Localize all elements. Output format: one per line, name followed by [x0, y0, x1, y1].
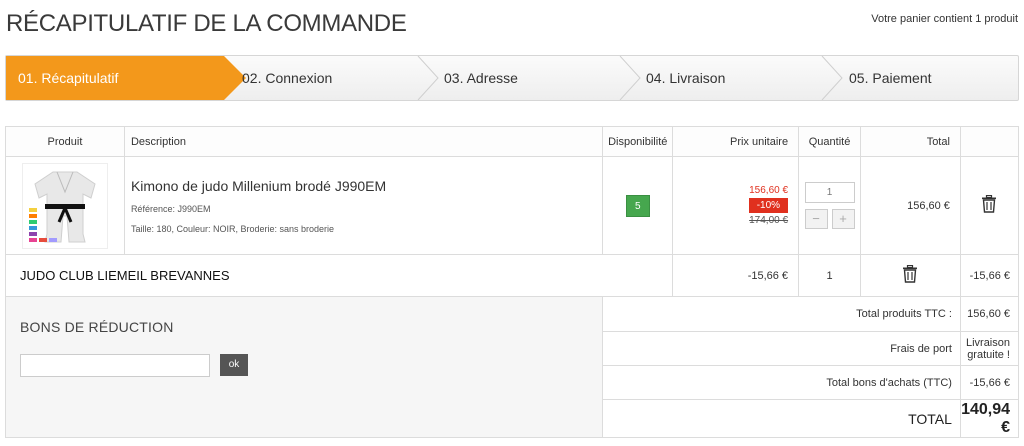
voucher-name-cell: JUDO CLUB LIEMEIL BREVANNES	[4, 254, 674, 297]
product-description-cell: Kimono de judo Millenium brodé J990EM Ré…	[123, 156, 604, 255]
vouchers-total-label: Total bons d'achats (TTC)	[826, 376, 952, 389]
step-livraison[interactable]: 04. Livraison	[646, 56, 725, 100]
header-product: Produit	[5, 126, 125, 157]
cart-table: Produit Description Disponibilité Prix u…	[4, 126, 1020, 438]
product-reference: Référence: J990EM	[130, 203, 211, 214]
voucher-ok-button[interactable]: ok	[220, 354, 248, 376]
step-label: 02. Connexion	[242, 70, 333, 86]
voucher-total: -15,66 €	[969, 269, 1010, 282]
grand-total-value: 140,94 €	[961, 400, 1010, 436]
vouchers-total-value-cell: -15,66 €	[959, 365, 1020, 400]
quantity-cell: 1 − +	[798, 156, 862, 255]
table-header-row: Produit Description Disponibilité Prix u…	[5, 126, 1020, 157]
grand-total-label: TOTAL	[908, 410, 952, 427]
total-products-label-cell: Total produits TTC :	[602, 296, 961, 332]
vouchers-total-value: -15,66 €	[969, 376, 1010, 389]
quantity-increase-button[interactable]: +	[831, 209, 855, 229]
voucher-code-input[interactable]	[20, 354, 210, 377]
shipping-value: Livraison gratuite !	[965, 336, 1010, 361]
header-unit-price: Prix unitaire	[672, 126, 800, 157]
step-separator	[416, 56, 440, 100]
step-adresse[interactable]: 03. Adresse	[444, 56, 518, 100]
page-title: RÉCAPITULATIF DE LA COMMANDE	[6, 10, 407, 37]
quantity-input[interactable]: 1	[804, 182, 855, 203]
voucher-quantity: 1	[826, 269, 833, 282]
table-row: Kimono de judo Millenium brodé J990EM Ré…	[5, 156, 1020, 255]
trash-icon[interactable]	[981, 194, 997, 213]
step-separator	[820, 56, 844, 100]
checkout-steps: 01. Récapitulatif 02. Connexion 03. Adre…	[5, 55, 1019, 101]
shipping-label-cell: Frais de port	[602, 331, 961, 366]
stock-badge: 5	[625, 194, 650, 217]
product-name-link[interactable]: Kimono de judo Millenium brodé J990EM	[131, 178, 602, 194]
total-cell: 156,60 €	[860, 156, 961, 255]
price-new: 156,60 €	[749, 185, 789, 196]
price-old: 174,00 €	[749, 215, 789, 226]
shipping-value-cell: Livraison gratuite !	[959, 331, 1020, 366]
shipping-label: Frais de port	[890, 342, 952, 355]
unit-price-cell: 156,60 € -10% 174,00 €	[672, 156, 800, 255]
total-products-value-cell: 156,60 €	[959, 296, 1020, 332]
voucher-panel-cell: BONS DE RÉDUCTION ok	[4, 296, 604, 438]
totals-row: BONS DE RÉDUCTION ok Total produits TTC …	[4, 296, 1020, 438]
header-total: Total	[860, 126, 961, 157]
discount-badge: -10%	[748, 198, 789, 213]
step-label: 05. Paiement	[849, 70, 932, 86]
quantity-decrease-button[interactable]: −	[804, 209, 828, 229]
grand-total-label-cell: TOTAL	[602, 399, 961, 438]
step-connexion[interactable]: 02. Connexion	[242, 56, 332, 100]
voucher-row: JUDO CLUB LIEMEIL BREVANNES -15,66 € 1 -…	[4, 254, 1020, 297]
header-empty	[959, 126, 1020, 157]
header-quantity: Quantité	[798, 126, 862, 157]
header-description: Description	[123, 126, 604, 157]
total-products-label: Total produits TTC :	[856, 308, 952, 320]
step-label: 03. Adresse	[444, 70, 518, 86]
header-availability: Disponibilité	[602, 126, 674, 157]
product-image-cell	[5, 156, 125, 255]
product-total: 156,60 €	[907, 199, 950, 212]
vouchers-total-label-cell: Total bons d'achats (TTC)	[602, 365, 961, 400]
voucher-title: BONS DE RÉDUCTION	[20, 319, 174, 335]
step-label: 04. Livraison	[646, 70, 726, 86]
voucher-delete-cell	[860, 254, 961, 297]
grand-total-value-cell: 140,94 €	[959, 399, 1020, 438]
voucher-unit-price: -15,66 €	[747, 269, 789, 282]
trash-icon[interactable]	[902, 264, 918, 283]
voucher-unit-price-cell: -15,66 €	[672, 254, 800, 297]
step-separator	[618, 56, 642, 100]
cart-summary: Votre panier contient 1 produit	[871, 13, 1018, 25]
voucher-total-cell: -15,66 €	[959, 254, 1020, 297]
voucher-quantity-cell: 1	[798, 254, 862, 297]
availability-cell: 5	[602, 156, 674, 255]
product-image[interactable]	[21, 162, 108, 249]
delete-cell	[959, 156, 1020, 255]
step-recapitulatif[interactable]: 01. Récapitulatif	[6, 56, 224, 100]
step-label: 01. Récapitulatif	[18, 70, 119, 86]
voucher-name: JUDO CLUB LIEMEIL BREVANNES	[20, 268, 230, 283]
voucher-panel: BONS DE RÉDUCTION ok	[6, 297, 602, 437]
total-products-value: 156,60 €	[967, 308, 1010, 320]
step-paiement[interactable]: 05. Paiement	[849, 56, 932, 100]
product-attributes: Taille: 180, Couleur: NOIR, Broderie: sa…	[130, 223, 335, 234]
